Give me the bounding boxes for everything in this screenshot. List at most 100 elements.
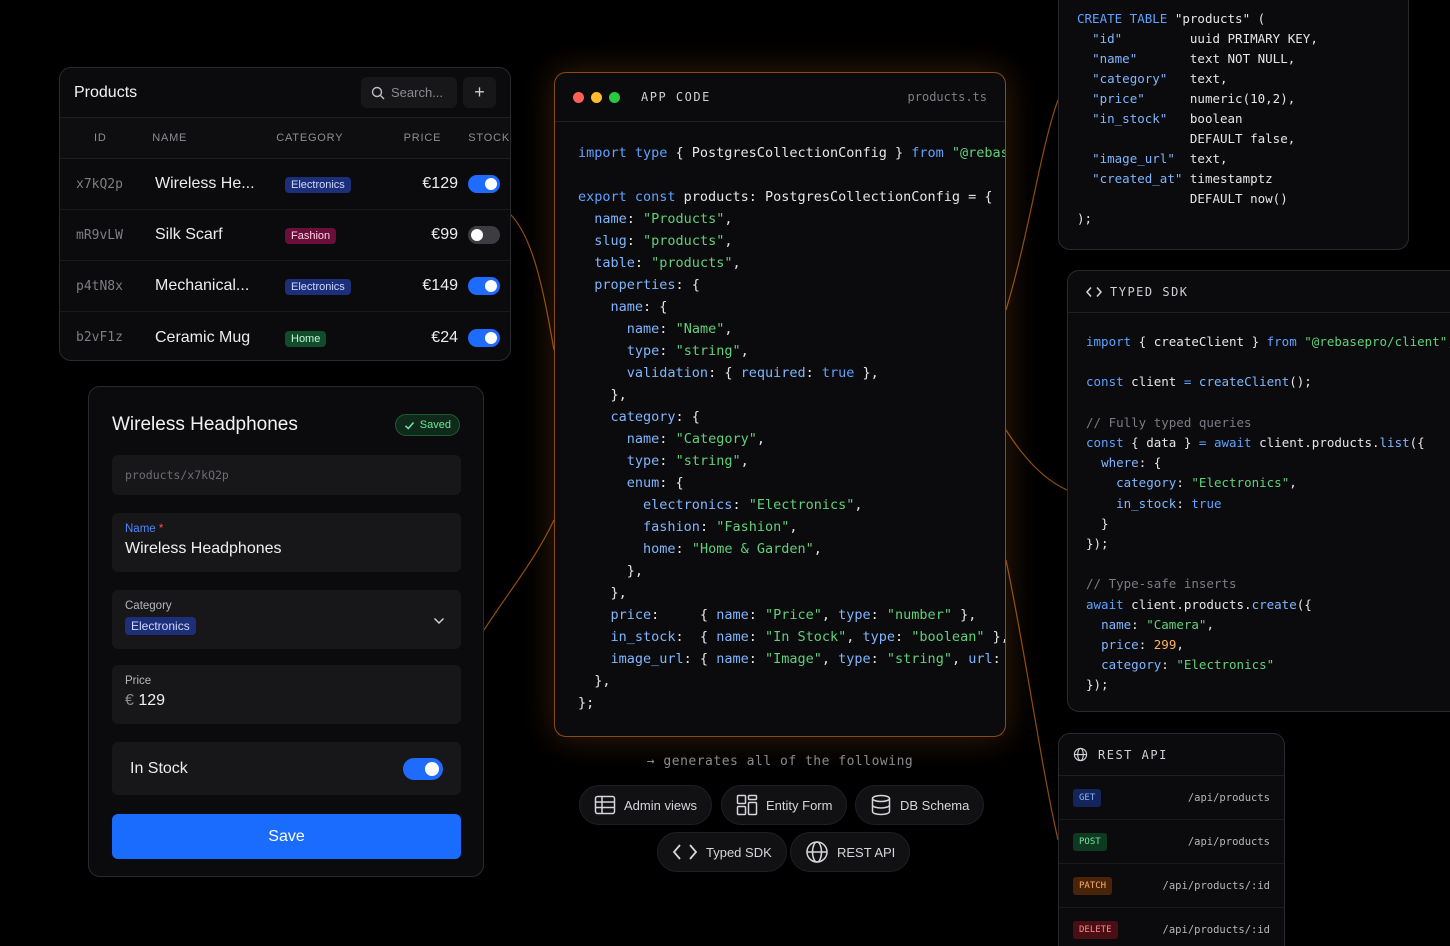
row-id: p4tN8x	[76, 278, 123, 294]
row-name: Silk Scarf	[155, 226, 223, 243]
pill-label: REST API	[837, 844, 896, 860]
method-badge: POST	[1073, 832, 1107, 851]
method-badge: PATCH	[1073, 876, 1113, 895]
category-badge: Electronics	[285, 279, 351, 295]
column-header-category[interactable]: CATEGORY	[276, 132, 384, 144]
endpoint-row[interactable]: PATCH /api/products/:id	[1059, 864, 1284, 908]
endpoint-path: /api/products/:id	[1162, 879, 1270, 892]
stock-toggle[interactable]	[468, 175, 500, 193]
typed-sdk-panel: TYPED SDK import { createClient } from "…	[1067, 270, 1450, 712]
globe-icon	[1073, 747, 1088, 762]
code-brackets-icon	[672, 844, 698, 860]
category-value-badge: Electronics	[125, 617, 196, 635]
app-code-titlebar: APP CODE products.ts	[555, 73, 1005, 122]
add-product-button[interactable]: +	[463, 77, 496, 108]
price-label: Price	[125, 675, 152, 687]
category-select[interactable]: Category Electronics	[112, 590, 461, 649]
row-price: €24	[431, 328, 458, 346]
stock-toggle[interactable]	[468, 328, 500, 347]
stock-toggle[interactable]	[468, 277, 500, 295]
form-title: Wireless Headphones	[112, 414, 298, 435]
category-badge: Home	[285, 330, 327, 347]
endpoint-row[interactable]: DELETE /api/products/:id	[1059, 908, 1284, 946]
table-row[interactable]: x7kQ2p Wireless He... Electronics €129	[60, 159, 510, 210]
check-icon	[404, 421, 414, 430]
chevron-down-icon[interactable]	[433, 617, 445, 625]
column-header-price[interactable]: PRICE	[384, 132, 441, 144]
price-field[interactable]: Price € 129	[112, 665, 461, 724]
pill-label: Typed SDK	[706, 844, 772, 860]
name-value[interactable]: Wireless Headphones	[125, 540, 448, 558]
saved-badge: Saved	[394, 414, 460, 436]
table-column-headers: ID NAME CATEGORY PRICE STOCK	[60, 118, 510, 159]
app-code-block: import type { PostgresCollectionConfig }…	[578, 145, 1006, 711]
endpoint-row[interactable]: GET /api/products	[1059, 776, 1284, 820]
price-value[interactable]: 129	[138, 692, 165, 709]
pill-entity-form[interactable]: Entity Form	[721, 785, 848, 825]
row-price: €149	[422, 277, 458, 294]
row-id: mR9vLW	[76, 227, 123, 243]
required-marker: *	[158, 523, 164, 535]
pill-db-schema[interactable]: DB Schema	[855, 785, 985, 825]
rest-api-header: REST API	[1059, 734, 1284, 776]
pill-admin-views[interactable]: Admin views	[579, 785, 712, 825]
pill-label: Entity Form	[766, 797, 833, 813]
name-field[interactable]: Name * Wireless Headphones	[112, 513, 461, 572]
category-badge: Fashion	[285, 228, 337, 244]
row-name: Wireless He...	[155, 175, 255, 192]
maximize-dot-icon	[609, 91, 620, 103]
database-icon	[871, 794, 891, 816]
record-path-field: products/x7kQ2p	[112, 455, 461, 495]
pill-label: Admin views	[624, 797, 697, 813]
endpoint-path: /api/products	[1187, 835, 1270, 848]
code-brackets-icon	[1086, 286, 1102, 297]
typed-sdk-header: TYPED SDK	[1068, 271, 1450, 313]
pill-rest-api[interactable]: REST API	[790, 832, 911, 872]
app-code-filename: products.ts	[907, 90, 987, 104]
category-label: Category	[125, 600, 172, 612]
row-price: €99	[431, 226, 458, 243]
endpoint-row[interactable]: POST /api/products	[1059, 820, 1284, 864]
form-layout-icon	[736, 794, 758, 816]
search-placeholder: Search...	[391, 85, 444, 100]
pill-typed-sdk[interactable]: Typed SDK	[657, 832, 787, 872]
currency-symbol: €	[125, 692, 134, 709]
rest-api-panel: REST API GET /api/products POST /api/pro…	[1058, 733, 1285, 946]
column-header-stock[interactable]: STOCK	[441, 132, 510, 144]
app-code-panel: APP CODE products.ts import type { Postg…	[554, 72, 1006, 737]
entity-form-panel: Wireless Headphones Saved products/x7kQ2…	[88, 386, 484, 877]
generates-caption: → generates all of the following	[646, 754, 914, 769]
name-label: Name *	[125, 523, 164, 535]
endpoint-path: /api/products	[1187, 791, 1270, 804]
table-row[interactable]: mR9vLW Silk Scarf Fashion €99	[60, 210, 510, 261]
row-id: b2vF1z	[76, 330, 123, 345]
method-badge: DELETE	[1073, 920, 1118, 939]
sql-schema-block: CREATE TABLE "products" ( "id" uuid PRIM…	[1077, 11, 1318, 226]
pill-label: DB Schema	[900, 797, 970, 813]
row-name: Ceramic Mug	[155, 328, 251, 346]
in-stock-toggle[interactable]	[403, 757, 443, 780]
search-input[interactable]: Search...	[361, 77, 457, 108]
stock-toggle[interactable]	[468, 226, 500, 244]
table-row[interactable]: p4tN8x Mechanical... Electronics €149	[60, 261, 510, 312]
typed-sdk-title: TYPED SDK	[1110, 284, 1189, 299]
db-schema-panel: CREATE TABLE "products" ( "id" uuid PRIM…	[1058, 0, 1409, 250]
search-icon	[371, 86, 385, 99]
column-header-id[interactable]: ID	[60, 132, 152, 144]
method-badge: GET	[1073, 788, 1102, 807]
close-dot-icon	[573, 91, 584, 103]
products-title: Products	[74, 83, 138, 101]
column-header-name[interactable]: NAME	[152, 132, 276, 144]
table-row[interactable]: b2vF1z Ceramic Mug Home €24	[60, 312, 510, 360]
app-code-title: APP CODE	[641, 90, 711, 104]
row-price: €129	[422, 175, 458, 192]
save-button[interactable]: Save	[112, 814, 461, 859]
products-table-header: Products Search... +	[60, 68, 510, 118]
in-stock-field[interactable]: In Stock	[112, 742, 461, 795]
products-table-panel: Products Search... + ID NAME CATEGORY PR…	[59, 67, 511, 361]
endpoint-path: /api/products/:id	[1162, 923, 1270, 936]
in-stock-label: In Stock	[130, 759, 188, 777]
rest-api-title: REST API	[1098, 747, 1168, 762]
sdk-code-block: import { createClient } from "@rebasepro…	[1086, 334, 1450, 693]
minimize-dot-icon	[591, 91, 602, 103]
